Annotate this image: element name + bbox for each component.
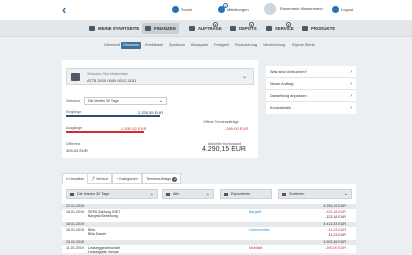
- menu-item-darstellung[interactable]: Darstellung anpassen ›: [266, 90, 356, 102]
- chevron-down-icon: ⌄: [149, 191, 154, 197]
- chevron-right-icon: ›: [350, 69, 352, 75]
- chevron-down-icon: ⌄: [241, 74, 247, 80]
- account-selector[interactable]: Girokonto / Max Mustermann AT75 2010 000…: [66, 68, 254, 85]
- subnav-kreditkarte[interactable]: Kreditkarte: [143, 42, 165, 49]
- tab-terminauftraege[interactable]: Terminaufträge 3: [142, 173, 182, 184]
- pending-value: -290,00 EUR: [225, 126, 249, 131]
- tab-kategorien[interactable]: ◔ Kategorien: [112, 173, 142, 184]
- chevron-down-icon: ⌄: [343, 191, 348, 197]
- messages-button[interactable]: 2 Mitteilungen: [218, 3, 249, 13]
- category-tag: Mobilität: [249, 246, 263, 250]
- tab-umsaetze[interactable]: ≡ Umsätze: [62, 173, 89, 184]
- income-bar: [66, 115, 160, 117]
- orders-badge: 3: [213, 22, 218, 27]
- category-tag: Lebensmittel: [249, 228, 270, 232]
- menu-item-kontodetails[interactable]: Kontodetails ›: [266, 102, 356, 114]
- filter-icon: [166, 193, 170, 196]
- logout-button[interactable]: Logout: [332, 6, 353, 13]
- search-button[interactable]: Suche: [172, 6, 192, 13]
- period-filter[interactable]: Die letzten 30 Tage ⌄: [66, 189, 158, 199]
- subnav-versicherung[interactable]: Versicherung: [261, 42, 287, 49]
- date-header: 15.01.2019 4.903,36 EUR: [62, 240, 356, 245]
- depots-badge: 1: [249, 22, 254, 27]
- menu-item-umbuchen[interactable]: Was sind Umbuchen? ›: [266, 66, 356, 78]
- period-label: Zeitraum: [66, 99, 81, 103]
- chevron-right-icon: ›: [350, 93, 352, 99]
- products-icon: [302, 26, 308, 31]
- table-row[interactable]: 15.01.2019 SEPA Zahlung INET Bargeld Beh…: [66, 210, 352, 219]
- date-header: 22.01.2019 4.290,15 EUR: [62, 204, 356, 209]
- finance-icon: [145, 26, 151, 31]
- orders-icon: [189, 26, 195, 31]
- depots-icon: [230, 26, 236, 31]
- actions-menu: Was sind Umbuchen? › Neuer Auftrag › Darst…: [266, 66, 356, 114]
- chevron-right-icon: ›: [350, 81, 352, 87]
- date-header: 18.01.2019 4.413,33 EUR: [62, 222, 356, 227]
- chevron-down-icon: ⌄: [158, 98, 163, 104]
- service-badge: 3: [286, 22, 291, 27]
- type-filter[interactable]: Alle ⌄: [162, 189, 214, 199]
- nav-item-startseite[interactable]: MEINE STARTSEITE: [86, 23, 142, 34]
- expense-bar: [66, 131, 144, 133]
- account-summary-card: Girokonto / Max Mustermann AT75 2010 000…: [62, 60, 258, 158]
- subnav-sparbuch[interactable]: Sparbuch: [167, 42, 187, 49]
- logout-icon: [332, 6, 339, 13]
- difference-label: Differenz: [66, 142, 81, 146]
- top-bar: ‹ Suche 2 Mitteilungen Rosemarie Musterm…: [0, 0, 412, 20]
- table-row[interactable]: 16.01.2019 Billa Billa Daniel Lebensmitt…: [66, 228, 352, 237]
- chevron-down-icon: ⌄: [205, 191, 210, 197]
- subnav-girokonto[interactable]: Girokonto: [121, 42, 142, 49]
- table-row[interactable]: 11.01.2019 Leasinggesellschaft Leasingra…: [66, 246, 352, 255]
- nav-item-auftraege[interactable]: AUFTRÄGE 3: [186, 22, 225, 34]
- home-icon: [89, 26, 95, 31]
- category-tag: Bargeld: [249, 210, 262, 214]
- export-button[interactable]: Exportieren: [220, 189, 272, 199]
- main-nav: MEINE STARTSEITE FINANZEN AUFTRÄGE 3 DEP…: [0, 20, 412, 37]
- subnav-eigene-werte[interactable]: Eigene Werte: [290, 42, 317, 49]
- subnav-finanzierung[interactable]: Finanzierung: [233, 42, 259, 49]
- income-label: Eingänge: [66, 110, 82, 114]
- tab-badge: 3: [172, 177, 178, 182]
- subnav-uebersicht[interactable]: Übersicht: [102, 42, 122, 49]
- sub-nav: Übersicht Girokonto Kreditkarte Sparbuch…: [0, 41, 412, 51]
- nav-item-depots[interactable]: DEPOTS 1: [227, 22, 260, 34]
- avatar[interactable]: [264, 3, 276, 15]
- pending-label: Offene Terminaufträge: [203, 120, 239, 124]
- balance-value: 4.290,15 EUR: [202, 146, 246, 153]
- tab-verlauf[interactable]: ⤴ Verlauf: [87, 173, 112, 184]
- messages-badge: 2: [223, 3, 228, 8]
- user-name[interactable]: Rosemarie Mustermann: [280, 6, 323, 11]
- subnav-bausparer[interactable]: Bausparer: [189, 42, 211, 49]
- period-select[interactable]: Die letzten 30 Tage ⌄: [84, 97, 167, 105]
- account-name: Girokonto / Max Mustermann: [87, 72, 129, 76]
- card-icon: [71, 73, 80, 81]
- service-icon: [266, 26, 272, 31]
- transaction-tabs: ≡ Umsätze ⤴ Verlauf ◔ Kategorien Termina…: [62, 173, 356, 184]
- search-icon: [172, 6, 179, 13]
- calendar-icon: [70, 193, 74, 196]
- subnav-festgeld[interactable]: Festgeld: [212, 42, 231, 49]
- nav-item-service[interactable]: SERVICE 3: [263, 22, 297, 34]
- nav-item-produkte[interactable]: PRODUKTE: [299, 23, 338, 34]
- nav-item-finanzen[interactable]: FINANZEN: [142, 23, 179, 34]
- transactions-card: Die letzten 30 Tage ⌄ Alle ⌄ Exportieren…: [62, 184, 356, 255]
- messages-icon: 2: [218, 3, 228, 13]
- sort-select[interactable]: Sortieren ⌄: [278, 189, 352, 199]
- account-number: AT75 2010 0000 0012 3151: [87, 78, 137, 83]
- menu-item-neuer-auftrag[interactable]: Neuer Auftrag ›: [266, 78, 356, 90]
- chevron-right-icon: ›: [350, 105, 352, 111]
- export-icon: [224, 193, 228, 196]
- back-chevron-icon[interactable]: ‹: [62, 3, 72, 17]
- sort-icon: [282, 193, 286, 196]
- expense-label: Ausgänge: [66, 126, 83, 130]
- difference-value: 405,03 EUR: [66, 148, 88, 153]
